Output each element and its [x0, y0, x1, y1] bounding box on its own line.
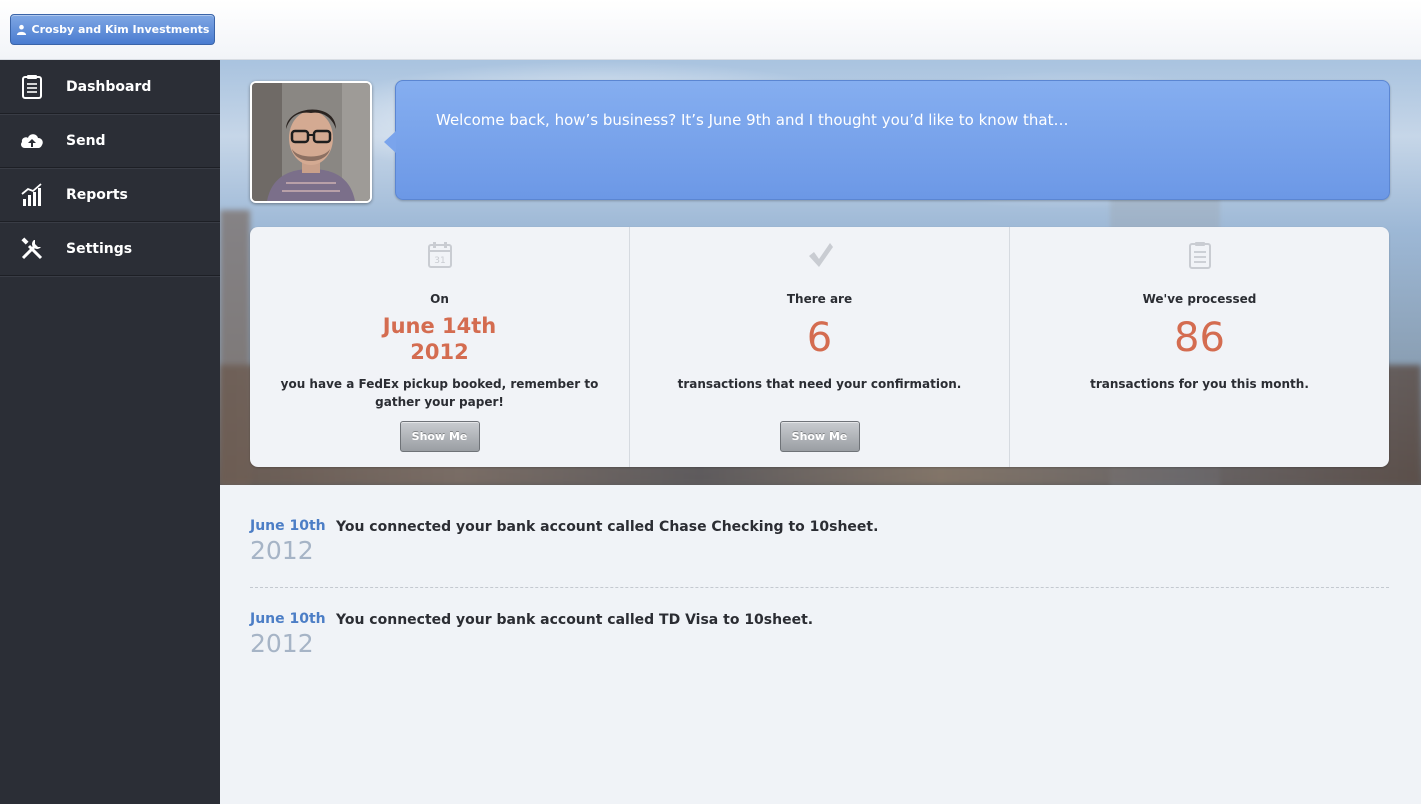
cloud-upload-icon [18, 127, 46, 155]
calendar-day: 31 [434, 256, 445, 266]
checkmark-icon [807, 241, 833, 269]
list-item: June 10th 2012 You connected your bank a… [250, 515, 1389, 588]
tools-icon [18, 235, 46, 263]
top-bar: Crosby and Kim Investments [0, 0, 1421, 60]
sidebar-item-settings[interactable]: Settings [0, 222, 220, 276]
sidebar-item-label: Dashboard [66, 78, 152, 95]
processed-transactions-count: 86 [1174, 315, 1225, 361]
list-item: June 10th 2012 You connected your bank a… [250, 608, 1389, 680]
divider [250, 587, 1389, 588]
card-description: you have a FedEx pickup booked, remember… [280, 377, 599, 409]
welcome-message: Welcome back, how’s business? It’s June … [436, 111, 1069, 129]
show-me-button[interactable]: Show Me [779, 421, 860, 452]
sidebar-item-reports[interactable]: Reports [0, 168, 220, 222]
sidebar: Dashboard Send Reports Settings [0, 60, 220, 804]
sidebar-item-label: Send [66, 132, 106, 149]
chart-icon [18, 181, 46, 209]
feed-text: You connected your bank account called C… [336, 519, 879, 535]
feed-text: You connected your bank account called T… [336, 612, 814, 628]
card-description: transactions for you this month. [1090, 377, 1309, 391]
calendar-icon: 31 [427, 241, 453, 269]
feed-date: June 10th [250, 518, 326, 534]
summary-cards: 31 On June 14th 2012 you have a FedEx pi… [250, 227, 1389, 467]
account-label: Crosby and Kim Investments [31, 23, 210, 36]
activity-feed: June 10th 2012 You connected your bank a… [250, 515, 1389, 680]
processed-card: We've processed 86 transactions for you … [1010, 227, 1389, 467]
pickup-date-day: June 14th [382, 314, 497, 338]
confirmation-card: There are 6 transactions that need your … [630, 227, 1010, 467]
sidebar-item-send[interactable]: Send [0, 114, 220, 168]
hero-banner: Welcome back, how’s business? It’s June … [220, 60, 1421, 485]
pending-transactions-count: 6 [806, 315, 833, 361]
feed-date: June 10th [250, 611, 326, 627]
dashboard-clipboard-icon [18, 73, 46, 101]
account-button[interactable]: Crosby and Kim Investments [10, 14, 215, 45]
sidebar-item-label: Settings [66, 240, 133, 257]
user-icon [16, 24, 26, 35]
avatar [250, 81, 372, 203]
feed-year: 2012 [250, 536, 314, 565]
sidebar-item-dashboard[interactable]: Dashboard [0, 60, 220, 114]
show-me-button[interactable]: Show Me [399, 421, 480, 452]
card-intro: On [430, 292, 449, 306]
welcome-speech-bubble: Welcome back, how’s business? It’s June … [384, 80, 1390, 200]
feed-year: 2012 [250, 629, 314, 658]
pickup-date: June 14th 2012 [250, 313, 629, 365]
clipboard-icon [1187, 241, 1213, 269]
pickup-date-year: 2012 [410, 340, 469, 364]
pickup-card: 31 On June 14th 2012 you have a FedEx pi… [250, 227, 630, 467]
card-description: transactions that need your confirmation… [677, 377, 962, 391]
sidebar-item-label: Reports [66, 186, 128, 203]
card-intro: We've processed [1142, 292, 1257, 306]
card-intro: There are [786, 292, 853, 306]
